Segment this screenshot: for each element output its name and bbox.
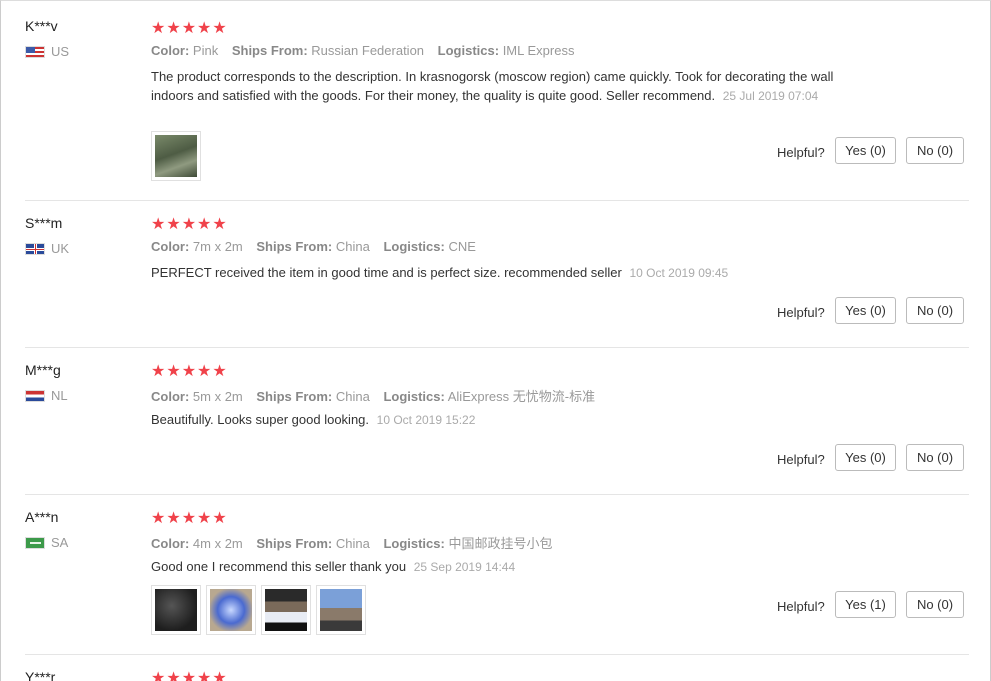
country-code: US bbox=[51, 44, 70, 59]
helpful-yes-button[interactable]: Yes (0) bbox=[835, 444, 896, 471]
nl-flag-icon bbox=[25, 389, 45, 402]
country-code: SA bbox=[51, 535, 69, 550]
review-date: 25 Jul 2019 07:04 bbox=[722, 89, 819, 103]
star-rating: ★★★★★ bbox=[151, 216, 228, 233]
color-label: Color: bbox=[151, 43, 190, 58]
review-text: Good one I recommend this seller thank y… bbox=[151, 559, 407, 574]
review-divider bbox=[25, 654, 969, 655]
star-rating: ★★★★★ bbox=[151, 363, 228, 380]
star-rating: ★★★★★ bbox=[151, 670, 228, 681]
reviewer-name: A***n bbox=[25, 509, 59, 525]
review-meta: Color: 7m x 2m Ships From: China Logisti… bbox=[151, 239, 486, 254]
review-photos bbox=[151, 131, 201, 181]
review-text-block: The product corresponds to the descripti… bbox=[151, 67, 856, 106]
review-text-block: Beautifully. Looks super good looking. 1… bbox=[151, 410, 856, 430]
helpful-label: Helpful? bbox=[777, 305, 825, 320]
color-value: 4m x 2m bbox=[192, 536, 243, 551]
helpful-yes-button[interactable]: Yes (0) bbox=[835, 297, 896, 324]
color-value: Pink bbox=[192, 43, 219, 58]
helpful-no-button[interactable]: No (0) bbox=[906, 297, 964, 324]
review-text-block: PERFECT received the item in good time a… bbox=[151, 263, 856, 283]
logistics-value: CNE bbox=[448, 239, 476, 254]
review-date: 10 Oct 2019 09:45 bbox=[629, 266, 729, 280]
ships-from-label: Ships From: bbox=[256, 389, 333, 404]
country-code: NL bbox=[51, 388, 68, 403]
review-text: Beautifully. Looks super good looking. bbox=[151, 412, 370, 427]
logistics-value: AliExpress 无忧物流-标准 bbox=[447, 389, 596, 404]
color-value: 7m x 2m bbox=[192, 239, 243, 254]
ships-from-value: Russian Federation bbox=[311, 43, 425, 58]
us-flag-icon bbox=[25, 45, 45, 58]
reviewer-name: K***v bbox=[25, 18, 58, 34]
reviewer-name: S***m bbox=[25, 215, 63, 231]
country-code: UK bbox=[51, 241, 70, 256]
logistics-label: Logistics: bbox=[383, 536, 445, 551]
review-meta: Color: 4m x 2m Ships From: China Logisti… bbox=[151, 533, 562, 552]
helpful-yes-button[interactable]: Yes (0) bbox=[835, 137, 896, 164]
logistics-value: IML Express bbox=[502, 43, 575, 58]
reviews-panel: K***v US ★★★★★ Color: Pink Ships From: R… bbox=[0, 0, 991, 681]
review-photo-thumbnail[interactable] bbox=[316, 585, 366, 635]
review-meta: Color: Pink Ships From: Russian Federati… bbox=[151, 43, 584, 58]
review-photo-thumbnail[interactable] bbox=[151, 131, 201, 181]
color-value: 5m x 2m bbox=[192, 389, 243, 404]
star-rating: ★★★★★ bbox=[151, 20, 228, 37]
helpful-yes-button[interactable]: Yes (1) bbox=[835, 591, 896, 618]
uk-flag-icon bbox=[25, 242, 45, 255]
review-text-block: Good one I recommend this seller thank y… bbox=[151, 557, 856, 577]
logistics-label: Logistics: bbox=[437, 43, 500, 58]
ships-from-value: China bbox=[335, 536, 370, 551]
helpful-no-button[interactable]: No (0) bbox=[906, 591, 964, 618]
review-photo-thumbnail[interactable] bbox=[206, 585, 256, 635]
reviewer-name: M***g bbox=[25, 362, 61, 378]
review-divider bbox=[25, 494, 969, 495]
ships-from-label: Ships From: bbox=[256, 239, 333, 254]
sa-flag-icon bbox=[25, 536, 45, 549]
review-meta: Color: 5m x 2m Ships From: China Logisti… bbox=[151, 386, 605, 405]
review-divider bbox=[25, 347, 969, 348]
helpful-label: Helpful? bbox=[777, 452, 825, 467]
review-date: 10 Oct 2019 15:22 bbox=[376, 413, 476, 427]
color-label: Color: bbox=[151, 389, 190, 404]
ships-from-label: Ships From: bbox=[256, 536, 333, 551]
review-photo-thumbnail[interactable] bbox=[151, 585, 201, 635]
review-divider bbox=[25, 200, 969, 201]
helpful-no-button[interactable]: No (0) bbox=[906, 444, 964, 471]
star-rating: ★★★★★ bbox=[151, 510, 228, 527]
review-text: PERFECT received the item in good time a… bbox=[151, 265, 622, 280]
ships-from-value: China bbox=[335, 239, 370, 254]
helpful-no-button[interactable]: No (0) bbox=[906, 137, 964, 164]
reviewer-name: Y***r bbox=[25, 669, 56, 681]
reviewer-country: US bbox=[25, 44, 69, 59]
helpful-label: Helpful? bbox=[777, 599, 825, 614]
reviewer-country: SA bbox=[25, 535, 68, 550]
review-photos bbox=[151, 585, 366, 635]
logistics-label: Logistics: bbox=[383, 239, 445, 254]
ships-from-label: Ships From: bbox=[231, 43, 308, 58]
helpful-label: Helpful? bbox=[777, 145, 825, 160]
review-date: 25 Sep 2019 14:44 bbox=[413, 560, 516, 574]
reviewer-country: UK bbox=[25, 241, 69, 256]
logistics-value: 中国邮政挂号小包 bbox=[448, 536, 553, 551]
ships-from-value: China bbox=[335, 389, 370, 404]
reviewer-country: NL bbox=[25, 388, 68, 403]
color-label: Color: bbox=[151, 239, 190, 254]
logistics-label: Logistics: bbox=[383, 389, 445, 404]
color-label: Color: bbox=[151, 536, 190, 551]
review-photo-thumbnail[interactable] bbox=[261, 585, 311, 635]
